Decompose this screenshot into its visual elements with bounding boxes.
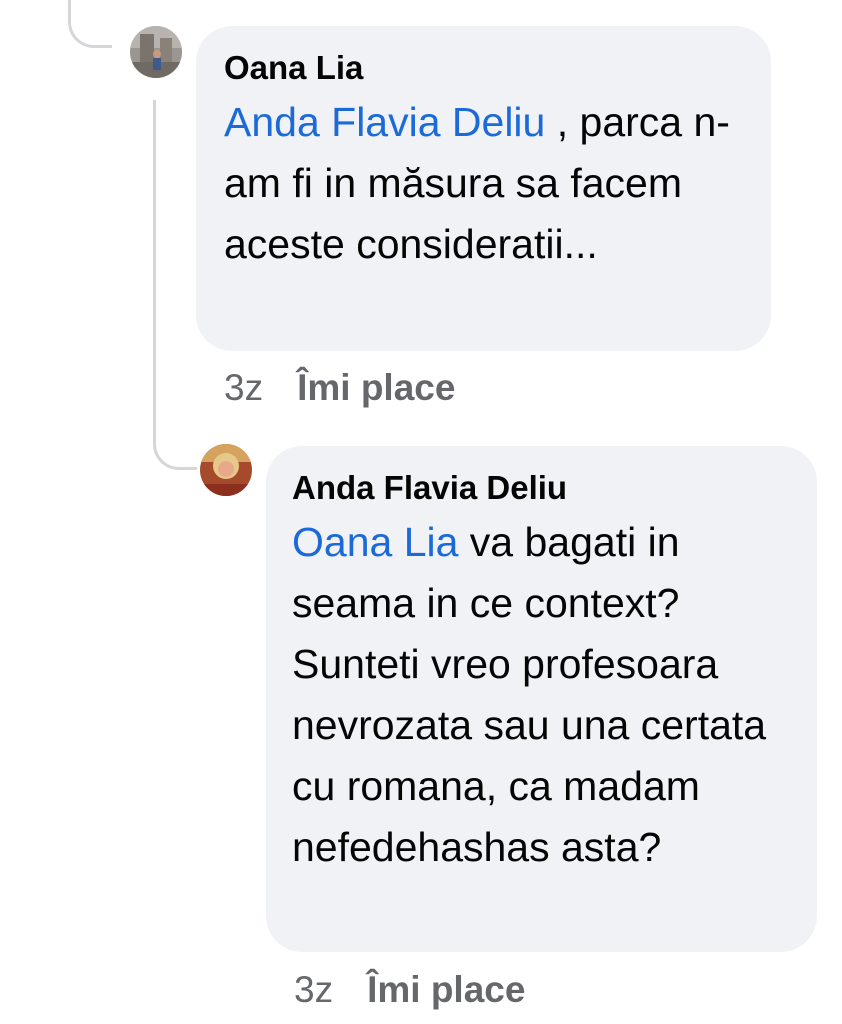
comment-text: Oana Lia va bagati in seama in ce contex… — [292, 512, 791, 878]
comment-timestamp[interactable]: 3z — [294, 969, 333, 1010]
mention-link[interactable]: Oana Lia — [292, 519, 458, 565]
comment-timestamp[interactable]: 3z — [224, 367, 263, 408]
profile-photo-icon — [200, 444, 252, 496]
avatar[interactable] — [200, 444, 252, 496]
comment-body-text: va bagati in seama in ce context? Suntet… — [292, 519, 767, 870]
like-button[interactable]: Îmi place — [367, 969, 525, 1010]
like-button[interactable]: Îmi place — [297, 367, 455, 408]
comment-text: Anda Flavia Deliu , parca n-am fi in măs… — [224, 92, 743, 275]
comment-bubble: Oana Lia Anda Flavia Deliu , parca n-am … — [196, 26, 771, 351]
comment-actions: 3z Îmi place — [224, 366, 455, 410]
thread-connector-line — [68, 0, 112, 48]
comment-thread: Oana Lia Anda Flavia Deliu , parca n-am … — [0, 0, 842, 1024]
comment-author[interactable]: Anda Flavia Deliu — [292, 468, 791, 508]
comment-bubble: Anda Flavia Deliu Oana Lia va bagati in … — [266, 446, 817, 952]
mention-link[interactable]: Anda Flavia Deliu — [224, 99, 545, 145]
avatar[interactable] — [130, 26, 182, 78]
reply-connector-line — [153, 100, 197, 470]
profile-photo-icon — [130, 26, 182, 78]
comment-author[interactable]: Oana Lia — [224, 48, 743, 88]
comment-actions: 3z Îmi place — [294, 968, 525, 1012]
